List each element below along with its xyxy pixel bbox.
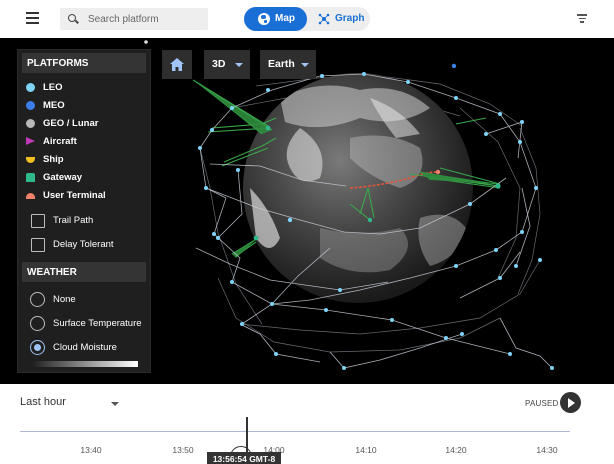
trail-path-checkbox[interactable] (31, 214, 45, 228)
map-view-button[interactable]: Map (244, 7, 307, 31)
weather-header: WEATHER (22, 262, 146, 282)
timeline-bar: Last hour PAUSED 13:40 13:50 14:00 14:10… (0, 384, 614, 464)
filter-icon[interactable] (577, 14, 587, 23)
playback-status: PAUSED (525, 399, 559, 408)
graph-view-label: Graph (335, 13, 365, 24)
legend-ship-label: Ship (43, 154, 64, 165)
aircraft-triangle-icon (26, 137, 35, 145)
home-icon (170, 58, 184, 71)
weather-surface-temperature-radio[interactable] (30, 316, 45, 331)
ship-icon (26, 157, 35, 163)
chevron-down-icon (301, 63, 309, 67)
legend-user-terminal-label: User Terminal (43, 190, 106, 201)
view-mode-dropdown[interactable]: 3D (204, 50, 250, 79)
delay-tolerant-checkbox[interactable] (31, 238, 45, 252)
timeline-cursor[interactable] (246, 417, 248, 455)
current-time-badge: 13:56:54 GMT-8 (207, 452, 281, 464)
legend-aircraft-label: Aircraft (43, 136, 77, 147)
geo-dot-icon (26, 119, 35, 128)
view-toggle: Map Graph (244, 7, 370, 31)
weather-surface-temperature-label: Surface Temperature (53, 318, 142, 329)
delay-tolerant-label: Delay Tolerant (53, 239, 114, 250)
time-range-select[interactable]: Last hour (20, 396, 66, 408)
cloud-moisture-scale (32, 361, 138, 367)
chevron-down-icon (235, 63, 243, 67)
timeline-tick: 13:40 (80, 445, 102, 455)
timeline-tick: 14:10 (355, 445, 377, 455)
app-window: Map Graph (0, 0, 614, 464)
trail-path-label: Trail Path (53, 215, 94, 226)
legend-leo-label: LEO (43, 82, 63, 93)
chevron-down-icon[interactable] (111, 402, 119, 406)
user-terminal-icon (26, 193, 35, 199)
legend-geo-label: GEO / Lunar (43, 118, 99, 129)
weather-cloud-moisture-radio[interactable] (30, 340, 45, 355)
view-mode-value: 3D (212, 58, 226, 70)
play-button[interactable] (560, 392, 581, 413)
platforms-header: PLATFORMS (22, 53, 146, 73)
legend-gateway-label: Gateway (43, 172, 83, 183)
timeline-tick: 14:30 (536, 445, 558, 455)
leo-dot-icon (26, 83, 35, 92)
timeline-track[interactable] (20, 431, 570, 432)
menu-icon[interactable] (26, 12, 39, 24)
graph-view-button[interactable]: Graph (310, 7, 370, 31)
globe-icon (258, 13, 270, 25)
weather-none-radio[interactable] (30, 292, 45, 307)
legend-panel: PLATFORMS LEO MEO GEO / Lunar Aircraft S… (18, 50, 150, 372)
search-icon (68, 14, 76, 22)
meo-dot-icon (26, 101, 35, 110)
map-view-label: Map (275, 13, 295, 24)
weather-cloud-moisture-label: Cloud Moisture (53, 342, 117, 353)
home-button[interactable] (162, 50, 192, 79)
body-value: Earth (268, 58, 295, 70)
gateway-icon (26, 173, 35, 182)
timeline-tick: 13:50 (172, 445, 194, 455)
search-box[interactable] (60, 8, 208, 30)
search-input[interactable] (88, 11, 204, 27)
legend-meo-label: MEO (43, 100, 65, 111)
body-dropdown[interactable]: Earth (260, 50, 316, 79)
top-bar: Map Graph (0, 0, 614, 38)
graph-icon (318, 13, 330, 25)
weather-none-label: None (53, 294, 76, 305)
timeline-tick: 14:20 (445, 445, 467, 455)
